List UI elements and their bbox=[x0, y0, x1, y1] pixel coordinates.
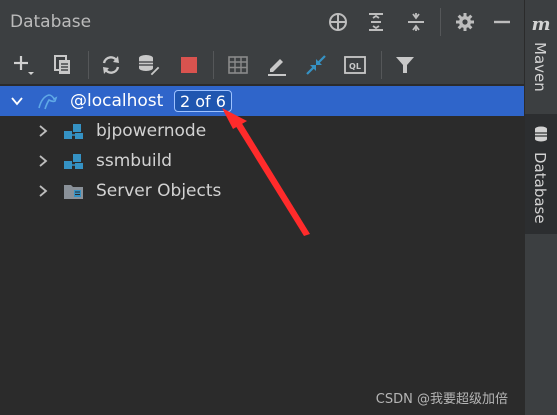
database-icon bbox=[531, 124, 551, 144]
copy-icon[interactable] bbox=[50, 52, 76, 78]
query-console-icon[interactable]: QL bbox=[342, 52, 368, 78]
toolbar-divider bbox=[381, 51, 382, 79]
maven-icon: m bbox=[531, 13, 551, 35]
database-tree: @localhost 2 of 6 bjpowernode ssmbuild S… bbox=[0, 84, 524, 415]
header-divider bbox=[440, 8, 441, 36]
expand-all-icon[interactable] bbox=[364, 10, 388, 34]
jump-icon[interactable] bbox=[303, 52, 329, 78]
maven-tab-label: Maven bbox=[531, 42, 549, 92]
toolbar-divider bbox=[88, 51, 89, 79]
maven-tab[interactable]: m Maven bbox=[525, 0, 557, 100]
properties-icon[interactable] bbox=[136, 52, 162, 78]
collapse-all-icon[interactable] bbox=[404, 10, 428, 34]
refresh-icon[interactable] bbox=[98, 52, 124, 78]
filter-icon[interactable] bbox=[392, 52, 418, 78]
watermark-text: CSDN @我要超级加倍 bbox=[375, 392, 508, 407]
panel-title: Database bbox=[10, 12, 92, 32]
database-tab-label: Database bbox=[531, 152, 549, 224]
edit-icon[interactable] bbox=[264, 52, 290, 78]
toolbar-divider bbox=[213, 51, 214, 79]
gear-icon[interactable] bbox=[453, 10, 477, 34]
table-icon[interactable] bbox=[225, 52, 251, 78]
minimize-icon[interactable] bbox=[490, 10, 514, 34]
database-toolbar: QL bbox=[0, 44, 524, 84]
annotation-arrow bbox=[222, 108, 310, 236]
database-tab[interactable]: Database bbox=[525, 114, 557, 234]
svg-text:QL: QL bbox=[349, 62, 361, 71]
database-tool-window: Database QL @localhost 2 of 6 bjpowernod… bbox=[0, 0, 557, 415]
stop-icon[interactable] bbox=[176, 52, 202, 78]
tool-window-header: Database bbox=[0, 0, 524, 44]
crosshair-icon[interactable] bbox=[326, 10, 350, 34]
add-icon[interactable] bbox=[10, 52, 36, 78]
right-tool-stripe: m Maven Database bbox=[524, 0, 557, 415]
